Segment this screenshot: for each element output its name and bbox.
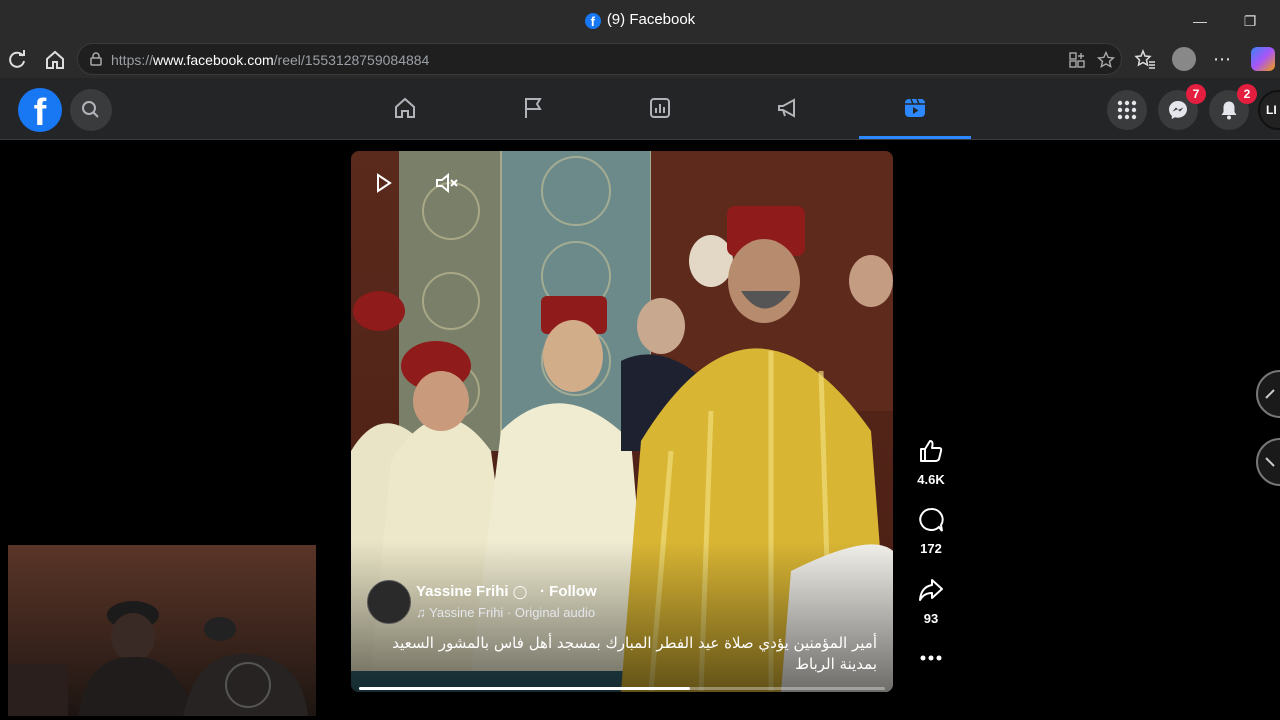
megaphone-icon [778, 98, 795, 118]
messenger-button[interactable]: 7 [1158, 84, 1206, 130]
copilot-icon[interactable] [1251, 47, 1275, 71]
like-button[interactable]: 4.6K [911, 437, 951, 487]
messenger-badge: 7 [1186, 84, 1206, 104]
favorite-star-icon[interactable] [1097, 51, 1115, 69]
browser-toolbar: https://www.facebook.com/reel/1553128759… [0, 42, 1280, 78]
messenger-icon [1169, 101, 1187, 119]
comment-count: 172 [920, 541, 942, 556]
flag-icon [525, 98, 542, 118]
home-icon[interactable] [42, 47, 68, 73]
restore-button[interactable]: ❐ [1235, 8, 1265, 34]
reels-icon [905, 98, 925, 117]
tab-pages[interactable] [477, 78, 589, 138]
follow-button[interactable]: · Follow [540, 583, 597, 600]
refresh-icon[interactable] [4, 47, 30, 73]
webcam-frame [8, 601, 308, 716]
author-name[interactable]: Yassine Frihi ◯ [416, 583, 527, 600]
grid-menu-icon [1117, 100, 1137, 120]
bell-icon [1221, 101, 1237, 120]
mute-icon[interactable] [433, 169, 461, 197]
tab-dashboard[interactable] [604, 78, 716, 138]
next-reel-button[interactable] [1256, 438, 1280, 486]
url-text[interactable]: https://www.facebook.com/reel/1553128759… [111, 52, 429, 68]
facebook-header: f 7 2 LI [0, 78, 1280, 140]
menu-button[interactable] [1107, 90, 1147, 130]
audio-label[interactable]: ♫ Yassine Frihi · Original audio [416, 605, 595, 620]
lock-icon[interactable] [89, 52, 103, 66]
chevron-down-icon [1265, 457, 1275, 467]
tab-home[interactable] [349, 78, 461, 138]
share-count: 93 [923, 611, 939, 626]
comment-icon [919, 508, 944, 532]
more-actions-icon[interactable] [918, 648, 944, 668]
video-progress-bar[interactable] [359, 687, 885, 690]
tab-ads[interactable] [732, 78, 844, 138]
notifications-badge: 2 [1237, 84, 1257, 104]
reel-caption: أمير المؤمنين يؤدي صلاة عيد الفطر المبار… [392, 634, 877, 673]
browser-title-bar: f (9) Facebook — ❐ [0, 0, 1280, 42]
address-bar[interactable]: https://www.facebook.com/reel/1553128759… [77, 43, 1122, 75]
search-icon [82, 101, 99, 118]
chevron-up-icon [1265, 389, 1275, 399]
account-avatar[interactable]: LI [1258, 90, 1280, 130]
previous-reel-button[interactable] [1256, 370, 1280, 418]
thumbs-up-icon [920, 440, 943, 462]
reel-video[interactable]: Yassine Frihi ◯ · Follow ♫ Yassine Frihi… [351, 151, 893, 692]
search-button[interactable] [70, 89, 112, 131]
verified-icon: ◯ [512, 584, 528, 599]
window-title: f (9) Facebook [0, 11, 1280, 29]
more-options-icon[interactable]: ⋯ [1208, 46, 1236, 72]
webcam-overlay [8, 545, 316, 716]
share-button[interactable]: 93 [911, 576, 951, 626]
notifications-button[interactable]: 2 [1209, 84, 1257, 130]
minimize-button[interactable]: — [1185, 8, 1215, 34]
comment-button[interactable]: 172 [911, 506, 951, 556]
share-icon [919, 579, 943, 601]
profile-avatar[interactable] [1172, 47, 1196, 71]
music-note-icon: ♫ [416, 605, 426, 620]
favorites-icon[interactable] [1134, 49, 1156, 71]
facebook-logo[interactable]: f [18, 88, 62, 134]
facebook-favicon-icon: f [584, 13, 601, 29]
video-progress-fill [359, 687, 691, 690]
tab-reels[interactable] [859, 78, 971, 139]
like-count: 4.6K [917, 472, 945, 487]
play-icon[interactable] [369, 169, 397, 197]
app-available-icon[interactable] [1068, 51, 1086, 69]
author-avatar[interactable] [367, 580, 411, 624]
insights-icon [650, 98, 670, 118]
home-tab-icon [395, 97, 415, 118]
window-title-text: (9) Facebook [606, 11, 696, 28]
